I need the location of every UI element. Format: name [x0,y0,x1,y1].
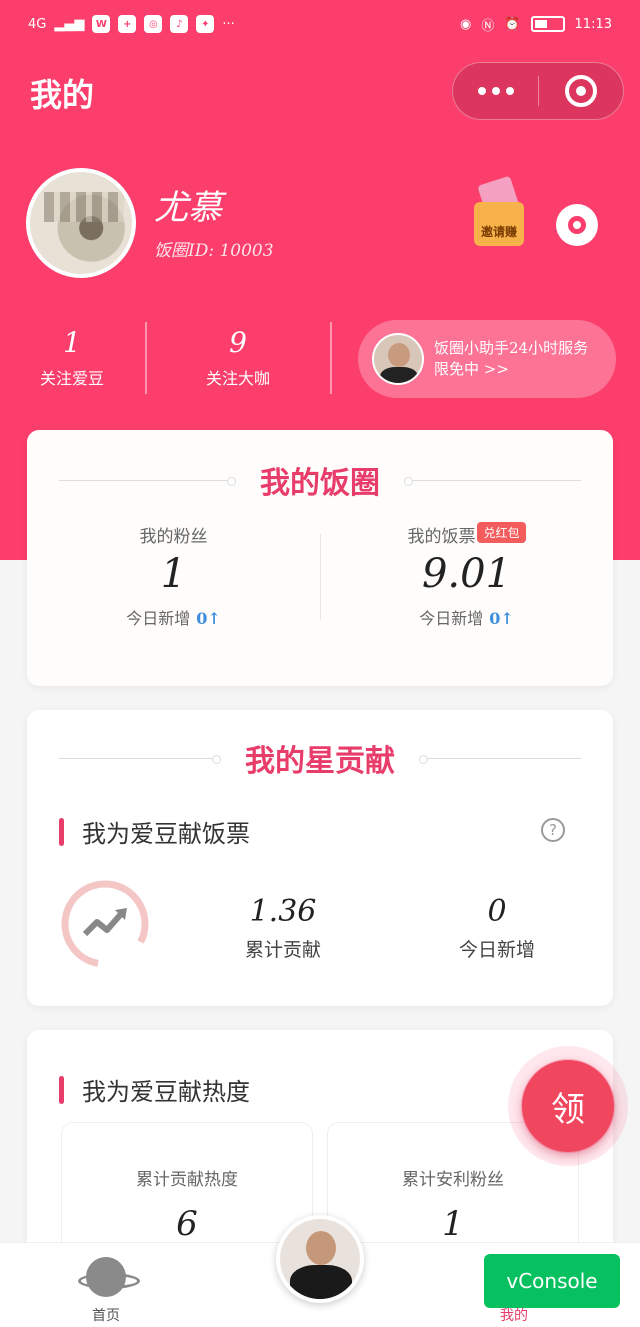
title-ornament [59,476,236,486]
tickets-label: 我的饭票 [407,527,476,547]
app-notification-icon: ✦ [196,15,215,33]
total-contribution: 1.36 累计贡献 [193,894,373,962]
fans-label: 我的粉丝 [139,527,208,547]
planet-icon [78,1257,140,1297]
fans-today: 今日新增 0↑ [27,605,320,629]
total-heat-value: 6 [176,1204,198,1244]
target-icon [565,75,597,107]
settings-button[interactable] [556,204,598,246]
fanquan-title: 我的饭圈 [260,466,380,501]
miniprogram-capsule [452,62,624,120]
dot-icon [477,87,486,95]
assistant-avatar [372,333,424,385]
invite-button[interactable]: 邀请赚 [464,175,528,250]
tab-mine[interactable]: 我的 [500,1305,528,1325]
title-ornament [59,754,221,764]
fans-count: 1 [160,551,187,597]
more-button[interactable] [453,63,538,119]
network-indicator: 4G [28,16,47,32]
title-ornament [404,476,581,486]
assistant-line1: 饭圈小助手24小时服务 [434,339,589,357]
app-notification-icon: W [92,15,111,33]
ticket-contribution-heading: 我为爱豆献饭票 [82,820,250,848]
total-heat-label: 累计贡献热度 [136,1170,238,1190]
stat-divider [145,322,147,394]
dot-icon [505,87,514,95]
star-title: 我的星贡献 [245,744,395,779]
battery-icon [530,16,565,32]
help-icon[interactable]: ? [541,818,565,842]
envelope-icon: 邀请赚 [474,202,524,246]
my-fans[interactable]: 我的粉丝 1 今日新增 0↑ [27,522,320,629]
today-contribution-value: 0 [487,894,507,929]
fanquan-card: 我的饭圈 我的粉丝 1 今日新增 0↑ 我的饭票 兑红包 9.01 今日新增 0↑ [27,430,613,686]
status-bar: 4G ▂▄▆ W + ◎ ♪ ✦ ··· ◉ Ⓝ ⏰ 11:13 [0,0,640,48]
heat-contribution-heading: 我为爱豆献热度 [82,1078,250,1106]
fans-today-value: 0↑ [196,609,221,628]
follow-bigshots-label: 关注大咖 [205,369,270,388]
tab-center-avatar[interactable] [276,1215,364,1303]
section-marker [59,1075,64,1104]
user-id: 饭圈ID: 10003 [154,241,274,261]
user-name: 尤慕 [154,188,222,228]
page-title: 我的 [30,76,95,114]
tab-home-label: 首页 [92,1308,120,1324]
today-contribution: 0 今日新增 [407,894,587,962]
close-miniprogram-button[interactable] [539,63,623,119]
invite-label: 邀请赚 [480,225,517,239]
claim-button[interactable]: 领 [522,1060,614,1152]
app-notification-icon: + [118,15,137,33]
assistant-banner[interactable]: 饭圈小助手24小时服务 限免中 >> [358,320,616,398]
follow-idols-count: 1 [63,326,81,359]
eye-icon: ◉ [459,16,472,32]
app-notification-icon: ◎ [144,15,163,33]
tickets-today-value: 0↑ [489,609,514,628]
alarm-icon: ⏰ [504,16,521,32]
user-avatar[interactable] [26,168,136,278]
star-contribution-card: 我的星贡献 我为爱豆献饭票 ? 1.36 累计贡献 0 今日新增 [27,710,613,1006]
recommended-fans-label: 累计安利粉丝 [402,1170,504,1190]
tickets-count: 9.01 [421,551,512,597]
vconsole-button[interactable]: vConsole [484,1254,620,1308]
tickets-today-label: 今日新增 [419,609,484,628]
tiktok-icon: ♪ [170,15,189,33]
stat-divider [330,322,332,394]
tickets-today: 今日新增 0↑ [320,605,613,629]
nfc-icon: Ⓝ [481,18,495,34]
redeem-badge[interactable]: 兑红包 [477,522,526,543]
my-tickets[interactable]: 我的饭票 兑红包 9.01 今日新增 0↑ [320,522,613,629]
dot-icon [491,87,500,95]
fans-today-label: 今日新增 [126,609,191,628]
tab-home[interactable]: 首页 [74,1257,140,1325]
trend-ring-icon [61,880,149,968]
follow-bigshots-stat[interactable]: 9 关注大咖 [180,326,296,389]
title-ornament [419,754,581,764]
today-contribution-label: 今日新增 [458,939,535,961]
total-contribution-value: 1.36 [249,894,317,929]
total-contribution-label: 累计贡献 [244,939,321,961]
section-marker [59,817,64,846]
follow-idols-stat[interactable]: 1 关注爱豆 [14,326,130,389]
more-notifications-icon: ··· [222,16,235,32]
follow-idols-label: 关注爱豆 [39,369,104,388]
assistant-line2: 限免中 >> [434,360,509,378]
recommended-fans-value: 1 [442,1204,464,1244]
follow-bigshots-count: 9 [229,326,247,359]
gear-icon [568,216,586,234]
clock: 11:13 [574,16,612,32]
signal-icon: ▂▄▆ [54,16,85,32]
